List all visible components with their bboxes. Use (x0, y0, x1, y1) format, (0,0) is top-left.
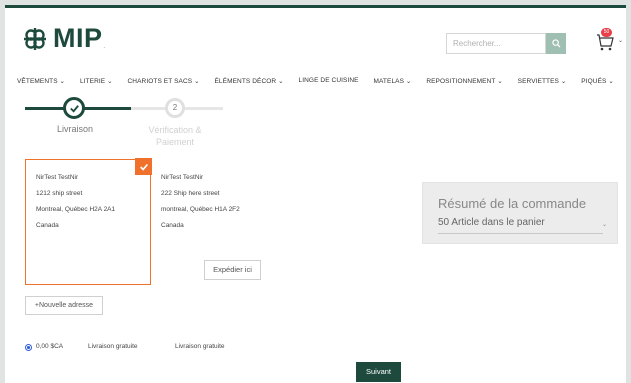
address-1-city: Montreal, Québec H2A 2A1 (36, 206, 116, 213)
nav-item-chariots[interactable]: CHARIOTS ET SACS ⌄ (128, 77, 200, 85)
step-2-label: Vérification & Paiement (135, 124, 215, 148)
nav-item-literie[interactable]: LITERIE ⌄ (80, 77, 113, 85)
chevron-down-icon[interactable]: ⌄ (618, 37, 623, 44)
address-1-name: NirTest TestNir (36, 174, 79, 181)
ship-here-button[interactable]: Expédier ici (204, 260, 261, 280)
search-icon (551, 39, 561, 48)
logo[interactable]: MIP . (23, 23, 105, 54)
nav-item-piques[interactable]: PIQUÉS ⌄ (581, 77, 614, 85)
address-2: NirTest TestNir 222 Ship here street mon… (161, 170, 240, 234)
new-address-button[interactable]: +Nouvelle adresse (25, 296, 103, 315)
search-input[interactable]: Rechercher... (446, 33, 546, 54)
mip-logo-icon (24, 27, 46, 50)
address-2-city: montreal, Québec H1A 2F2 (161, 206, 240, 213)
step-2-label-line1: Vérification & (148, 125, 202, 135)
check-icon (69, 104, 79, 113)
address-2-country: Canada (161, 222, 184, 229)
address-1: NirTest TestNir 1212 ship street Montrea… (36, 170, 115, 234)
step-1-label: Livraison (56, 124, 94, 134)
shipping-method: Livraison gratuite (88, 343, 138, 350)
shipping-carrier: Livraison gratuite (175, 343, 225, 350)
search-button[interactable] (546, 33, 566, 54)
checkout-page: MIP . Rechercher... 50 ⌄ VÊTEMENTS ⌄ LIT… (5, 5, 626, 383)
step-2-label-line2: Paiement (155, 137, 195, 147)
logo-dot: . (103, 44, 105, 50)
nav-item-vetements[interactable]: VÊTEMENTS ⌄ (17, 77, 65, 85)
cart-items-count[interactable]: 50 Article dans le panier (438, 217, 545, 228)
shipping-price: 0,00 $CA (36, 343, 64, 350)
nav-item-elements-decor[interactable]: ÉLÉMENTS DÉCOR ⌄ (214, 77, 283, 85)
nav-item-matelas[interactable]: MATELAS ⌄ (373, 77, 411, 85)
step-1-complete (63, 97, 85, 119)
next-button[interactable]: Suivant (356, 362, 401, 382)
check-icon (139, 163, 148, 171)
address-1-country: Canada (36, 222, 59, 229)
address-1-street: 1212 ship street (36, 190, 83, 197)
logo-text: MIP (53, 23, 103, 53)
main-nav: VÊTEMENTS ⌄ LITERIE ⌄ CHARIOTS ET SACS ⌄… (5, 77, 626, 85)
step-2-pending: 2 (165, 98, 185, 118)
nav-item-serviettes[interactable]: SERVIETTES ⌄ (518, 77, 567, 85)
shipping-method-radio[interactable] (25, 344, 32, 351)
address-2-street: 222 Ship here street (161, 190, 220, 197)
chevron-down-icon[interactable]: ⌄ (602, 221, 607, 228)
summary-divider (438, 233, 603, 234)
nav-item-linge-cuisine[interactable]: LINGE DE CUISINE (299, 77, 359, 85)
cart-count-badge: 50 (601, 28, 612, 37)
nav-item-repositionnement[interactable]: REPOSITIONNEMENT ⌄ (426, 77, 502, 85)
order-summary: Résumé de la commande 50 Article dans le… (422, 182, 618, 244)
order-summary-title: Résumé de la commande (438, 196, 587, 211)
address-2-name: NirTest TestNir (161, 174, 204, 181)
selected-check-badge (135, 158, 152, 175)
